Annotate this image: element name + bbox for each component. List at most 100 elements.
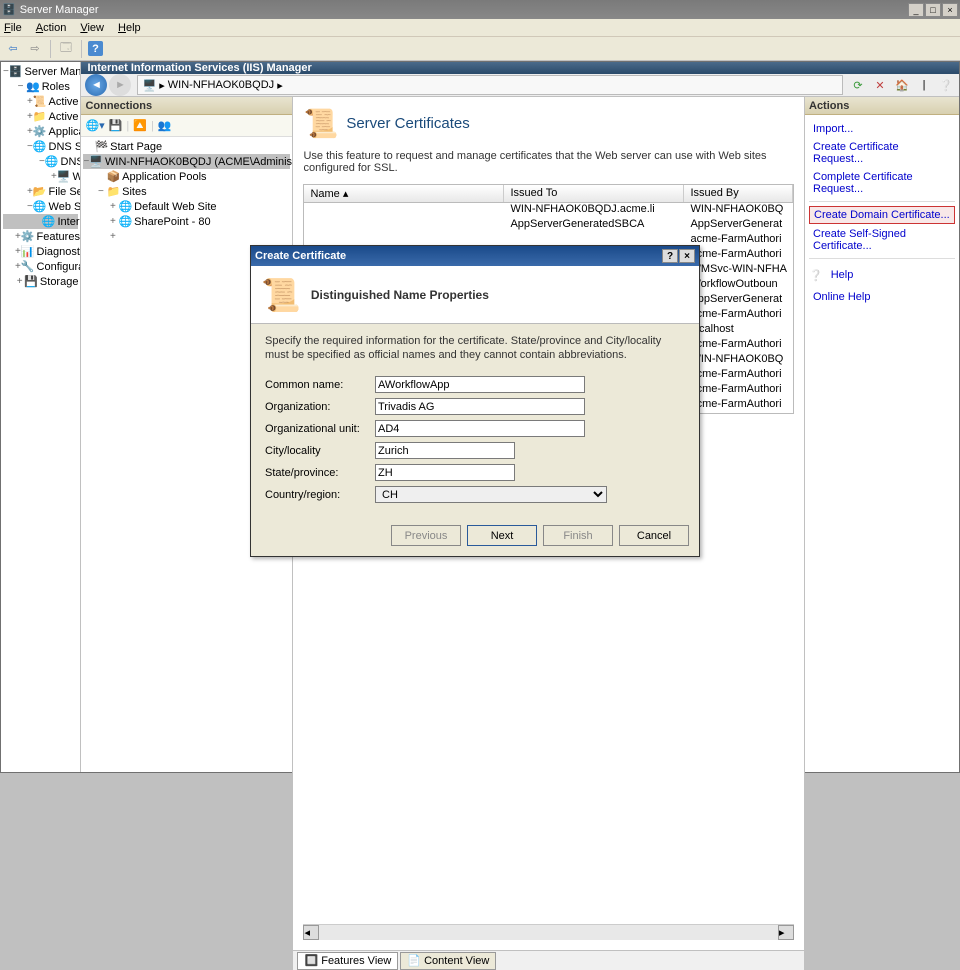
save-icon[interactable]: 💾 bbox=[109, 119, 123, 132]
tree-adds[interactable]: Active Directory Domain Services bbox=[47, 111, 82, 123]
tree-features[interactable]: Features bbox=[35, 231, 80, 243]
tree-configuration[interactable]: Configuration bbox=[35, 261, 82, 273]
organization-field[interactable] bbox=[375, 398, 585, 415]
menu-action[interactable]: Action bbox=[36, 22, 67, 34]
stop-icon[interactable]: ✕ bbox=[871, 76, 889, 94]
wizard-instruction: Specify the required information for the… bbox=[265, 334, 685, 363]
menu-file[interactable]: File bbox=[4, 22, 22, 34]
roles-icon: 👥 bbox=[26, 80, 40, 93]
cancel-button[interactable]: Cancel bbox=[619, 525, 689, 546]
tab-features-view[interactable]: 🔲 Features View bbox=[297, 952, 398, 970]
sites-icon: 📁 bbox=[106, 185, 120, 198]
action-create-cert-request[interactable]: Create Certificate Request... bbox=[809, 139, 955, 167]
connections-header: Connections bbox=[81, 97, 292, 115]
tree-iismgr[interactable]: Internet Information Services (IIS) M bbox=[55, 216, 81, 228]
wizard-titlebar[interactable]: Create Certificate ? × bbox=[251, 246, 699, 266]
table-row[interactable]: AppServerGeneratedSBCAAppServerGenerat bbox=[304, 218, 793, 233]
tree-adcs[interactable]: Active Directory Certificate Services bbox=[47, 96, 82, 108]
wizard-cert-icon: 📜 bbox=[261, 276, 301, 314]
organizational-unit-field[interactable] bbox=[375, 420, 585, 437]
conn-sites[interactable]: Sites bbox=[120, 186, 146, 198]
nav-back-icon[interactable]: ⇦ bbox=[4, 40, 22, 58]
nav-forward-icon[interactable]: ⇨ bbox=[26, 40, 44, 58]
tree-dns[interactable]: DNS bbox=[59, 156, 82, 168]
breadcrumb-machine[interactable]: WIN-NFHAOK0BQDJ bbox=[168, 79, 274, 91]
conn-sharepoint[interactable]: SharePoint - 80 bbox=[132, 216, 210, 228]
ad-icon: 📁 bbox=[33, 110, 47, 123]
country-select[interactable]: CH bbox=[375, 486, 607, 503]
tree-webserver[interactable]: Web Server (IIS) bbox=[47, 201, 82, 213]
action-complete-cert-request[interactable]: Complete Certificate Request... bbox=[809, 169, 955, 197]
tree-dnsserver[interactable]: DNS Server bbox=[47, 141, 82, 153]
state-field[interactable] bbox=[375, 464, 515, 481]
site-icon: 🌐 bbox=[118, 200, 132, 213]
start-icon: 🏁 bbox=[94, 140, 108, 153]
tree-roles[interactable]: Roles bbox=[40, 81, 70, 93]
help-icon[interactable]: ? bbox=[88, 41, 103, 56]
server-manager-tree[interactable]: −🗄️Server Manager (WIN-NFHAOK0BQDJ) −👥Ro… bbox=[1, 62, 81, 772]
help-nav-icon[interactable]: ❔ bbox=[937, 76, 955, 94]
connect-icon[interactable]: 🌐▾ bbox=[85, 119, 104, 132]
refresh-icon[interactable]: ⟳ bbox=[849, 76, 867, 94]
action-create-domain-cert[interactable]: Create Domain Certificate... bbox=[809, 206, 955, 224]
home-icon[interactable]: 🏠 bbox=[893, 76, 911, 94]
minimize-button[interactable]: _ bbox=[908, 3, 924, 17]
action-help[interactable]: Help bbox=[827, 267, 858, 283]
conn-start[interactable]: Start Page bbox=[108, 141, 162, 153]
dns-sub-icon: 🌐 bbox=[45, 155, 59, 168]
wizard-step-title: Distinguished Name Properties bbox=[311, 288, 489, 302]
nav-forward-button: ► bbox=[109, 74, 131, 96]
common-name-field[interactable] bbox=[375, 376, 585, 393]
tree-storage[interactable]: Storage bbox=[38, 276, 79, 288]
tab-content-view[interactable]: 📄 Content View bbox=[400, 952, 496, 970]
col-name[interactable]: Name ▴ bbox=[304, 185, 504, 202]
label-state: State/province: bbox=[265, 467, 375, 479]
label-country: Country/region: bbox=[265, 489, 375, 501]
scroll-left-icon[interactable]: ◂ bbox=[303, 925, 319, 940]
diag-icon: 📊 bbox=[21, 245, 35, 258]
show-hide-icon[interactable]: 🗔 bbox=[57, 40, 75, 58]
cert-feature-icon: 📜 bbox=[303, 107, 338, 140]
h-scrollbar[interactable]: ◂ ▸ bbox=[303, 924, 794, 940]
menu-view[interactable]: View bbox=[80, 22, 104, 34]
create-certificate-wizard: Create Certificate ? × 📜 Distinguished N… bbox=[250, 245, 700, 557]
help-action-icon: ❔ bbox=[809, 269, 823, 282]
sep2: | bbox=[151, 120, 154, 132]
wizard-close-button[interactable]: × bbox=[679, 249, 695, 263]
connections-toolbar: 🌐▾ 💾 | 🔼 | 👥 bbox=[81, 115, 292, 137]
next-button[interactable]: Next bbox=[467, 525, 537, 546]
files-icon: 📂 bbox=[33, 185, 47, 198]
sep: | bbox=[126, 120, 129, 132]
action-create-self-signed[interactable]: Create Self-Signed Certificate... bbox=[809, 226, 955, 254]
nav-back-button[interactable]: ◄ bbox=[85, 74, 107, 96]
tree-root[interactable]: Server Manager (WIN-NFHAOK0BQDJ) bbox=[23, 66, 82, 78]
maximize-button[interactable]: □ bbox=[925, 3, 941, 17]
content-footer: 🔲 Features View 📄 Content View bbox=[293, 950, 804, 970]
tree-fileservices[interactable]: File Services bbox=[47, 186, 82, 198]
scroll-right-icon[interactable]: ▸ bbox=[778, 925, 794, 940]
breadcrumb[interactable]: 🖥️ ▸ WIN-NFHAOK0BQDJ ▸ bbox=[137, 75, 843, 95]
group-icon[interactable]: 👥 bbox=[158, 119, 172, 132]
conn-defaultsite[interactable]: Default Web Site bbox=[132, 201, 216, 213]
label-city: City/locality bbox=[265, 445, 375, 457]
city-field[interactable] bbox=[375, 442, 515, 459]
tree-machine[interactable]: WIN-NFHAOK0BQDJ bbox=[71, 171, 82, 183]
table-row[interactable]: WIN-NFHAOK0BQDJ.acme.liWIN-NFHAOK0BQ bbox=[304, 203, 793, 218]
action-import[interactable]: Import... bbox=[809, 121, 955, 137]
close-button[interactable]: × bbox=[942, 3, 958, 17]
wizard-help-button[interactable]: ? bbox=[662, 249, 678, 263]
features-icon: 🔲 bbox=[304, 954, 318, 967]
sp-icon: 🌐 bbox=[118, 215, 132, 228]
up-icon[interactable]: 🔼 bbox=[133, 119, 147, 132]
menu-help[interactable]: Help bbox=[118, 22, 141, 34]
dns-icon: 🌐 bbox=[33, 140, 47, 153]
iis-header: Internet Information Services (IIS) Mana… bbox=[81, 62, 959, 74]
tree-appserver[interactable]: Application Server bbox=[47, 126, 82, 138]
conn-machine[interactable]: WIN-NFHAOK0BQDJ (ACME\Administrator) bbox=[103, 156, 292, 168]
conn-apppools[interactable]: Application Pools bbox=[120, 171, 206, 183]
col-issued-to[interactable]: Issued To bbox=[504, 185, 684, 202]
app-icon: 🗄️ bbox=[2, 3, 16, 16]
col-issued-by[interactable]: Issued By bbox=[684, 185, 793, 202]
tree-diagnostics[interactable]: Diagnostics bbox=[35, 246, 82, 258]
action-online-help[interactable]: Online Help bbox=[809, 289, 955, 305]
